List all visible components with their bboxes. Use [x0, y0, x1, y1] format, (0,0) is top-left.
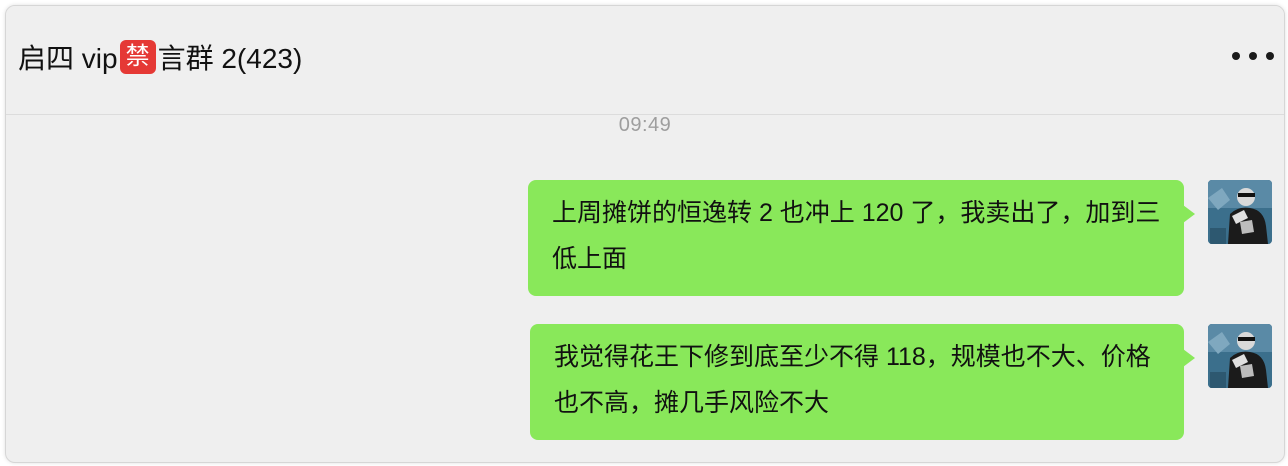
more-dot-icon: [1266, 52, 1274, 60]
avatar[interactable]: [1208, 180, 1272, 244]
chat-title-suffix: 言群 2(423): [157, 43, 303, 74]
more-options-button[interactable]: [1232, 44, 1274, 68]
avatar[interactable]: [1208, 324, 1272, 388]
avatar-image-icon: [1208, 324, 1272, 388]
chat-window: 启四 vip 禁 言群 2(423) 09:49 上周摊饼的恒逸转 2 也冲上 …: [5, 5, 1285, 463]
message-text: 我觉得花王下修到底至少不得 118，规模也不大、价格也不高，摊几手风险不大: [554, 343, 1151, 417]
message-item: 我觉得花王下修到底至少不得 118，规模也不大、价格也不高，摊几手风险不大: [530, 324, 1272, 440]
avatar-image-icon: [1208, 180, 1272, 244]
more-dot-icon: [1249, 52, 1257, 60]
ban-emoji-icon: 禁: [119, 40, 156, 74]
message-item: 上周摊饼的恒逸转 2 也冲上 120 了，我卖出了，加到三低上面: [528, 180, 1272, 296]
message-text: 上周摊饼的恒逸转 2 也冲上 120 了，我卖出了，加到三低上面: [552, 199, 1161, 273]
more-dot-icon: [1232, 52, 1240, 60]
chat-title: 启四 vip 禁 言群 2(423): [18, 37, 302, 77]
message-timestamp: 09:49: [618, 114, 672, 136]
message-bubble[interactable]: 上周摊饼的恒逸转 2 也冲上 120 了，我卖出了，加到三低上面: [528, 180, 1195, 296]
chat-header: 启四 vip 禁 言群 2(423): [6, 6, 1284, 115]
chat-title-prefix: 启四 vip: [18, 43, 118, 74]
message-bubble[interactable]: 我觉得花王下修到底至少不得 118，规模也不大、价格也不高，摊几手风险不大: [530, 324, 1195, 440]
